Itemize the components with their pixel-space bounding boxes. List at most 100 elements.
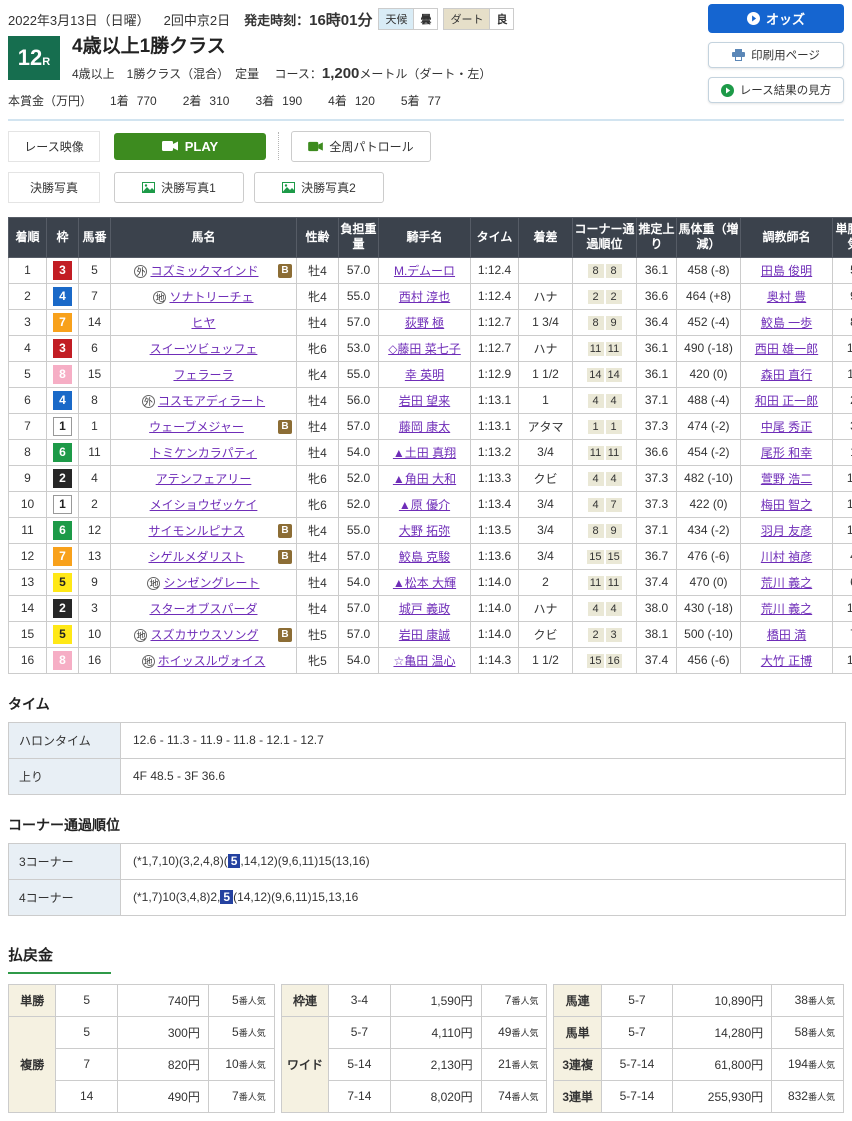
sex-age-cell: 牡4 xyxy=(297,387,339,413)
jockey-link[interactable]: 鮫島 克駿 xyxy=(399,550,450,564)
corner-label: 4コーナー xyxy=(9,879,121,915)
last3f-cell: 36.6 xyxy=(637,283,677,309)
result-guide-button[interactable]: レース結果の見方 xyxy=(708,77,844,103)
trainer-link[interactable]: 羽月 友彦 xyxy=(761,524,812,538)
trainer-link[interactable]: 萱野 浩二 xyxy=(761,472,812,486)
corner-order-cell: 89 xyxy=(573,309,637,335)
trainer-link[interactable]: 荒川 義之 xyxy=(761,576,812,590)
horse-name-link[interactable]: コズミックマインド xyxy=(150,264,258,278)
horse-name-link[interactable]: アテンフェアリー xyxy=(156,472,252,486)
margin-cell: アタマ xyxy=(519,413,573,439)
video-camera-icon xyxy=(308,141,323,152)
jockey-link[interactable]: 幸 英明 xyxy=(405,368,444,382)
last3f-cell: 36.1 xyxy=(637,361,677,387)
horse-name-link[interactable]: トミケンカラパティ xyxy=(150,446,257,460)
bracket-cell: 6 xyxy=(47,517,79,543)
horse-name-link[interactable]: ヒヤ xyxy=(191,316,215,330)
finish-photo-label: 決勝写真 xyxy=(8,172,100,203)
horse-name-link[interactable]: メイショウゼッケイ xyxy=(150,498,258,512)
jockey-link[interactable]: ◇藤田 菜七子 xyxy=(388,342,461,356)
jockey-link[interactable]: ▲角田 大和 xyxy=(393,472,456,486)
payout-heading: 払戻金 xyxy=(8,944,111,974)
trainer-link[interactable]: 梅田 智之 xyxy=(761,498,812,512)
result-row: 12 7 13 シゲルメダリストB 牡4 57.0 鮫島 克駿 1:13.6 3… xyxy=(9,543,852,569)
corner-order-cell: 23 xyxy=(573,621,637,647)
jockey-link[interactable]: ▲原 優介 xyxy=(399,498,450,512)
popularity-cell: 7 xyxy=(833,621,852,647)
horse-name-link[interactable]: シゲルメダリスト xyxy=(148,550,244,564)
time-cell: 1:13.1 xyxy=(471,413,519,439)
bracket-number: 8 xyxy=(53,365,72,384)
corner-section-heading: コーナー通過順位 xyxy=(8,815,844,835)
popularity-cell: 11 xyxy=(833,361,852,387)
horse-name-cell: スターオブスパーダ xyxy=(111,595,297,621)
horse-weight-cell: 470 (0) xyxy=(677,569,741,595)
horse-name-link[interactable]: ソナトリーチェ xyxy=(169,290,253,304)
trainer-link[interactable]: 西田 雄一郎 xyxy=(755,342,818,356)
finish-photo2-button[interactable]: 決勝写真2 xyxy=(254,172,384,203)
margin-cell: クビ xyxy=(519,621,573,647)
odds-button[interactable]: オッズ xyxy=(708,4,844,33)
jockey-cell: ▲松本 大輝 xyxy=(379,569,471,595)
horse-weight-cell: 452 (-4) xyxy=(677,309,741,335)
race-conditions: 4歳以上 1勝クラス（混合） 定量 コース：1,200メートル（ダート・左） xyxy=(72,65,491,82)
horse-name-link[interactable]: スズカサウスソング xyxy=(150,628,258,642)
trainer-link[interactable]: 和田 正一郎 xyxy=(755,394,818,408)
trainer-link[interactable]: 橋田 満 xyxy=(767,628,806,642)
horse-name-link[interactable]: スターオブスパーダ xyxy=(149,602,257,616)
margin-cell: ハナ xyxy=(519,595,573,621)
horse-weight-cell: 500 (-10) xyxy=(677,621,741,647)
print-page-button[interactable]: 印刷用ページ xyxy=(708,42,844,68)
horse-name-link[interactable]: スイーツビュッフェ xyxy=(150,342,258,356)
trainer-link[interactable]: 大竹 正博 xyxy=(761,654,812,668)
jockey-link[interactable]: 岩田 望来 xyxy=(399,394,450,408)
trainer-link[interactable]: 奥村 豊 xyxy=(767,290,806,304)
jockey-link[interactable]: 城戸 義政 xyxy=(399,602,450,616)
race-title: 4歳以上1勝クラス xyxy=(72,36,491,59)
jockey-link[interactable]: ☆亀田 温心 xyxy=(393,654,455,668)
horse-number-cell: 2 xyxy=(79,491,111,517)
jockey-link[interactable]: ▲松本 大輝 xyxy=(393,576,456,590)
sex-age-cell: 牝4 xyxy=(297,517,339,543)
bracket-cell: 7 xyxy=(47,543,79,569)
jockey-link[interactable]: 荻野 極 xyxy=(405,316,444,330)
horse-name-link[interactable]: サイモンルピナス xyxy=(148,524,244,538)
jockey-link[interactable]: M.デムーロ xyxy=(394,264,455,278)
trainer-link[interactable]: 尾形 和幸 xyxy=(761,446,812,460)
trainer-link[interactable]: 川村 禎彦 xyxy=(761,550,812,564)
horse-name-link[interactable]: コスモアディラート xyxy=(158,394,265,408)
horse-name-link[interactable]: ホイッスルヴォイス xyxy=(158,654,266,668)
weight-cell: 56.0 xyxy=(339,387,379,413)
jockey-link[interactable]: 岩田 康誠 xyxy=(399,628,450,642)
bracket-cell: 4 xyxy=(47,387,79,413)
finish-position-cell: 12 xyxy=(9,543,47,569)
finish-photo1-button[interactable]: 決勝写真1 xyxy=(114,172,244,203)
patrol-video-button[interactable]: 全周パトロール xyxy=(291,131,431,162)
sex-age-cell: 牝4 xyxy=(297,283,339,309)
horse-name-link[interactable]: フェラーラ xyxy=(173,368,233,382)
jockey-link[interactable]: ▲土田 真翔 xyxy=(393,446,456,460)
bracket-cell: 8 xyxy=(47,361,79,387)
meeting-info: 2回中京2日 xyxy=(164,10,230,29)
trainer-link[interactable]: 鮫島 一歩 xyxy=(761,316,812,330)
payout-table-bracket-wide: 枠連 3-4 1,590円 7番人気 ワイド 5-7 4,110円 49番人気 … xyxy=(281,984,548,1113)
jockey-link[interactable]: 大野 拓弥 xyxy=(399,524,450,538)
blinker-mark: B xyxy=(278,550,292,564)
trainer-link[interactable]: 田島 俊明 xyxy=(761,264,812,278)
trainer-link[interactable]: 荒川 義之 xyxy=(761,602,812,616)
horse-name-link[interactable]: ウェーブメジャー xyxy=(149,420,244,434)
jockey-link[interactable]: 藤岡 康太 xyxy=(399,420,450,434)
result-row: 16 8 16 地ホイッスルヴォイス 牝5 54.0 ☆亀田 温心 1:14.3… xyxy=(9,647,852,673)
horse-number-cell: 13 xyxy=(79,543,111,569)
weight-cell: 52.0 xyxy=(339,465,379,491)
trainer-link[interactable]: 森田 直行 xyxy=(761,368,812,382)
jockey-link[interactable]: 西村 淳也 xyxy=(399,290,450,304)
play-button[interactable]: PLAY xyxy=(114,133,266,160)
result-row: 8 6 11 トミケンカラパティ 牡4 54.0 ▲土田 真翔 1:13.2 3… xyxy=(9,439,852,465)
trainer-link[interactable]: 中尾 秀正 xyxy=(761,420,812,434)
corner-order-table: 3コーナー (*1,7,10)(3,2,4,8)(5,14,12)(9,6,11… xyxy=(8,843,846,916)
horse-name-link[interactable]: シンゼングレート xyxy=(163,576,259,590)
finish-position-cell: 5 xyxy=(9,361,47,387)
prize-item: 5着77 xyxy=(401,94,467,108)
time-table: ハロンタイム 12.6 - 11.3 - 11.9 - 11.8 - 12.1 … xyxy=(8,722,846,795)
